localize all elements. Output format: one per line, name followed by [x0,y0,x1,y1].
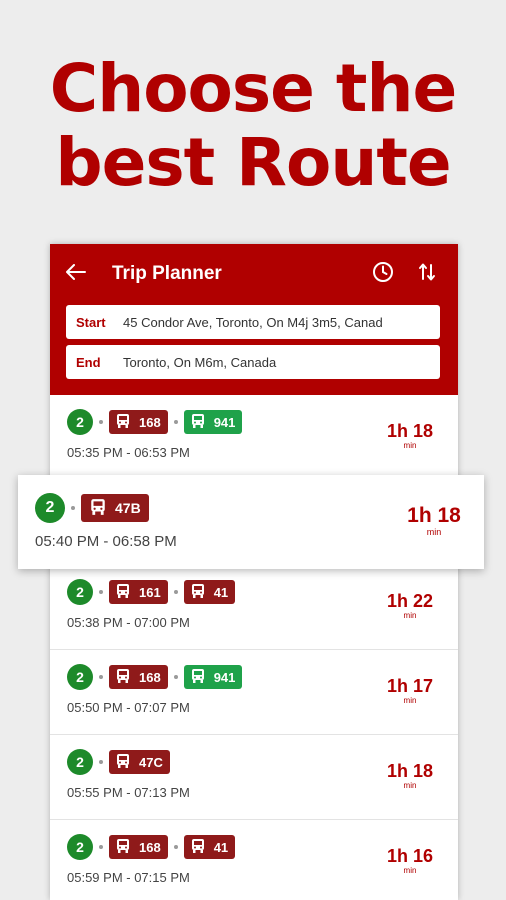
duration-unit: min [403,781,417,790]
trip-times: 05:59 PM - 07:15 PM [67,870,190,885]
page-title: Trip Planner [112,263,222,284]
separator-dot [99,420,103,424]
bus-icon [115,668,139,687]
bus-icon [115,753,139,772]
bus-route-badge: 168 [109,410,168,434]
route-number: 168 [139,839,161,855]
duration-unit: min [426,527,442,537]
bus-icon [115,838,139,857]
duration-unit: min [403,866,417,875]
bus-icon [115,413,139,432]
trip-duration: 1h 18 min [402,504,466,538]
bus-route-badge: 168 [109,665,168,689]
duration-value: 1h 18 [386,761,434,781]
transfer-count-badge: 2 [67,664,93,690]
bus-route-badge: 168 [109,835,168,859]
end-value: Toronto, On M6m, Canada [123,354,277,370]
back-button[interactable] [66,259,96,289]
route-number: 161 [139,584,161,600]
bus-route-badge: 41 [183,580,236,604]
route-option[interactable]: 2 161 41 05:38 PM - 07:00 PM 1h 22 min [50,565,458,650]
separator-dot [173,590,178,594]
bus-route-badge: 41 [183,835,236,859]
separator-dot [71,506,75,510]
bus-icon [89,498,115,519]
route-option[interactable]: 2 168 941 05:50 PM - 07:07 PM 1h 17 min [50,650,458,735]
trip-planner-screen: Trip Planner Start 45 Condor Ave, Toront… [50,244,458,900]
bus-icon [190,668,214,687]
route-number: 41 [213,839,229,855]
trip-times: 05:35 PM - 06:53 PM [67,445,190,460]
trip-duration: 1h 18 min [380,761,440,791]
separator-dot [99,590,103,594]
bus-icon [190,583,214,602]
bus-route-badge: 47B [81,494,149,522]
trip-duration: 1h 18 min [380,421,440,451]
transfer-count-badge: 2 [67,749,93,775]
duration-value: 1h 18 [386,421,434,441]
bus-icon [190,413,214,432]
end-location-field[interactable]: End Toronto, On M6m, Canada [66,345,440,379]
route-option[interactable]: 2 168 941 05:35 PM - 06:53 PM 1h 18 min [50,395,458,480]
headline-line-2: best Route [55,124,451,201]
headline-line-1: Choose the [49,50,457,127]
route-number: 941 [213,414,236,430]
bus-icon [190,838,214,857]
route-option[interactable]: 2 168 41 05:59 PM - 07:15 PM 1h 16 min [50,820,458,900]
separator-dot [173,675,178,679]
start-value: 45 Condor Ave, Toronto, On M4j 3m5, Cana… [123,314,383,330]
swap-locations-button[interactable] [412,259,442,289]
transfer-count-badge: 2 [67,834,93,860]
route-number: 47B [115,500,141,516]
duration-value: 1h 22 [386,591,434,611]
transfer-count-badge: 2 [67,409,93,435]
trip-duration: 1h 16 min [380,846,440,876]
transfer-count-badge: 2 [67,579,93,605]
route-number: 41 [213,584,229,600]
route-number: 168 [139,669,161,685]
duration-unit: min [403,611,417,620]
separator-dot [173,420,178,424]
separator-dot [99,845,103,849]
bus-route-badge: 47C [109,750,170,774]
trip-duration: 1h 17 min [380,676,440,706]
trip-duration: 1h 22 min [380,591,440,621]
route-option[interactable]: 2 47C 05:55 PM - 07:13 PM 1h 18 min [50,735,458,820]
route-number: 941 [213,669,236,685]
trip-times: 05:38 PM - 07:00 PM [67,615,190,630]
separator-dot [173,845,178,849]
end-label: End [76,354,101,370]
bus-icon [115,583,139,602]
swap-vertical-icon [418,262,436,287]
back-arrow-icon [66,263,86,285]
route-number: 47C [139,754,163,770]
bus-route-badge: 941 [183,665,243,689]
featured-route-card[interactable]: 2 47B 05:40 PM - 06:58 PM 1h 18 min [18,475,484,569]
duration-unit: min [403,696,417,705]
bus-route-badge: 161 [109,580,168,604]
separator-dot [99,675,103,679]
bus-route-badge: 941 [183,410,243,434]
app-bar: Trip Planner Start 45 Condor Ave, Toront… [50,244,458,395]
duration-value: 1h 18 [407,504,461,527]
start-label: Start [76,314,106,330]
clock-icon [372,261,394,288]
trip-times: 05:50 PM - 07:07 PM [67,700,190,715]
trip-times: 05:40 PM - 06:58 PM [35,533,177,550]
start-location-field[interactable]: Start 45 Condor Ave, Toronto, On M4j 3m5… [66,305,440,339]
route-number: 168 [139,414,161,430]
duration-unit: min [403,441,417,450]
promo-headline: Choose the best Route [0,52,506,200]
separator-dot [99,760,103,764]
duration-value: 1h 17 [386,676,434,696]
duration-value: 1h 16 [386,846,434,866]
transfer-count-badge: 2 [35,493,65,523]
depart-time-button[interactable] [368,259,398,289]
trip-times: 05:55 PM - 07:13 PM [67,785,190,800]
